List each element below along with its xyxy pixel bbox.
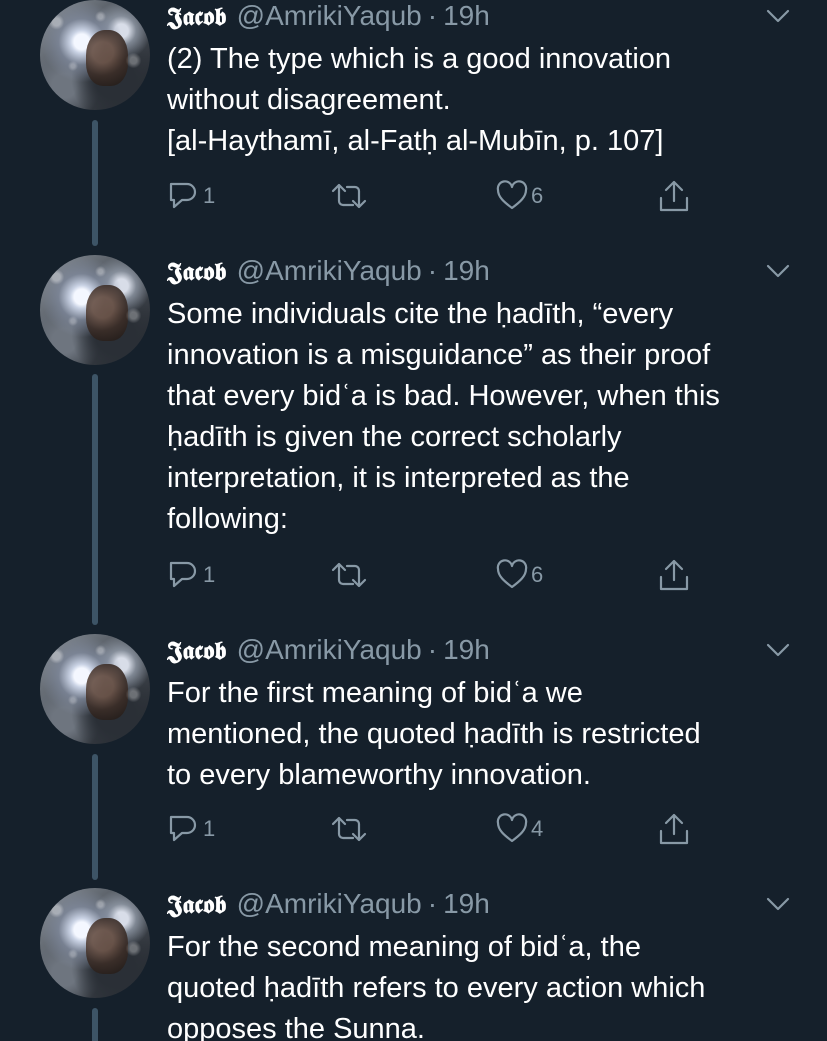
- separator-dot: ·: [427, 255, 438, 286]
- avatar[interactable]: [40, 0, 150, 110]
- tweet-header: 𝕵𝖆𝖈𝖔𝖇 @AmrikiYaqub · 19h: [167, 0, 490, 34]
- timestamp[interactable]: 19h: [443, 888, 490, 920]
- thread-connector-line: [92, 1008, 98, 1041]
- tweet-header: 𝕵𝖆𝖈𝖔𝖇 @AmrikiYaqub · 19h: [167, 634, 490, 668]
- avatar-foliage: [40, 255, 150, 365]
- timestamp[interactable]: 19h: [443, 634, 490, 666]
- user-handle[interactable]: @AmrikiYaqub: [237, 634, 422, 666]
- separator-dot: ·: [427, 634, 438, 665]
- display-name[interactable]: 𝕵𝖆𝖈𝖔𝖇: [167, 2, 227, 32]
- chevron-down-icon[interactable]: [766, 263, 790, 279]
- thread-connector-line: [92, 754, 98, 880]
- tweet-actions: 1 6: [167, 555, 707, 595]
- share-icon: [659, 180, 689, 212]
- reply-count: 1: [203, 816, 216, 841]
- separator-dot: ·: [427, 0, 438, 31]
- avatar[interactable]: [40, 255, 150, 365]
- reply-button[interactable]: 1: [167, 555, 215, 595]
- share-button[interactable]: [657, 809, 691, 849]
- share-icon: [659, 559, 689, 591]
- like-button[interactable]: 6: [495, 176, 543, 216]
- tweet-text: (2) The type which is a good innovation …: [167, 43, 672, 157]
- avatar[interactable]: [40, 634, 150, 744]
- reply-icon: [169, 182, 197, 209]
- heart-icon: [496, 813, 528, 843]
- tweet-text: Some individuals cite the ḥadīth, “every…: [167, 298, 720, 535]
- retweet-button[interactable]: [329, 176, 371, 216]
- tweet[interactable]: 𝕵𝖆𝖈𝖔𝖇 @AmrikiYaqub · 19h Some individual…: [0, 255, 827, 630]
- share-button[interactable]: [657, 176, 691, 216]
- reply-icon: [169, 561, 197, 588]
- reply-button[interactable]: 1: [167, 176, 215, 216]
- thread-connector-line: [92, 374, 98, 625]
- chevron-down-icon[interactable]: [766, 896, 790, 912]
- reply-count: 1: [203, 183, 216, 208]
- retweet-icon: [331, 562, 367, 588]
- like-count: 6: [531, 183, 544, 208]
- heart-icon: [496, 180, 528, 210]
- tweet-actions: 1 4: [167, 809, 707, 849]
- avatar-foliage: [40, 888, 150, 998]
- display-name[interactable]: 𝕵𝖆𝖈𝖔𝖇: [167, 257, 227, 287]
- reply-icon: [169, 815, 197, 842]
- share-button[interactable]: [657, 555, 691, 595]
- tweet-text: For the first meaning of bidʿa we mentio…: [167, 677, 701, 791]
- tweet[interactable]: 𝕵𝖆𝖈𝖔𝖇 @AmrikiYaqub · 19h (2) The type wh…: [0, 0, 827, 250]
- reply-button[interactable]: 1: [167, 809, 215, 849]
- heart-icon: [496, 559, 528, 589]
- user-handle[interactable]: @AmrikiYaqub: [237, 888, 422, 920]
- display-name[interactable]: 𝕵𝖆𝖈𝖔𝖇: [167, 890, 227, 920]
- avatar-foliage: [40, 634, 150, 744]
- chevron-down-icon[interactable]: [766, 642, 790, 658]
- retweet-button[interactable]: [329, 555, 371, 595]
- tweet-header: 𝕵𝖆𝖈𝖔𝖇 @AmrikiYaqub · 19h: [167, 255, 490, 289]
- like-button[interactable]: 4: [495, 809, 543, 849]
- retweet-icon: [331, 816, 367, 842]
- share-icon: [659, 813, 689, 845]
- user-handle[interactable]: @AmrikiYaqub: [237, 0, 422, 32]
- tweet-text: For the second meaning of bidʿa, the quo…: [167, 931, 706, 1041]
- tweet-actions: 1 6: [167, 176, 707, 216]
- reply-count: 1: [203, 562, 216, 587]
- retweet-button[interactable]: [329, 809, 371, 849]
- thread-connector-line: [92, 120, 98, 246]
- tweet[interactable]: 𝕵𝖆𝖈𝖔𝖇 @AmrikiYaqub · 19h For the first m…: [0, 634, 827, 884]
- separator-dot: ·: [427, 888, 438, 919]
- like-count: 6: [531, 562, 544, 587]
- tweet[interactable]: 𝕵𝖆𝖈𝖔𝖇 @AmrikiYaqub · 19h For the second …: [0, 888, 827, 1041]
- chevron-down-icon[interactable]: [766, 8, 790, 24]
- avatar[interactable]: [40, 888, 150, 998]
- display-name[interactable]: 𝕵𝖆𝖈𝖔𝖇: [167, 636, 227, 666]
- tweet-header: 𝕵𝖆𝖈𝖔𝖇 @AmrikiYaqub · 19h: [167, 888, 490, 922]
- timestamp[interactable]: 19h: [443, 0, 490, 32]
- avatar-foliage: [40, 0, 150, 110]
- timestamp[interactable]: 19h: [443, 255, 490, 287]
- user-handle[interactable]: @AmrikiYaqub: [237, 255, 422, 287]
- retweet-icon: [331, 183, 367, 209]
- like-count: 4: [531, 816, 544, 841]
- like-button[interactable]: 6: [495, 555, 543, 595]
